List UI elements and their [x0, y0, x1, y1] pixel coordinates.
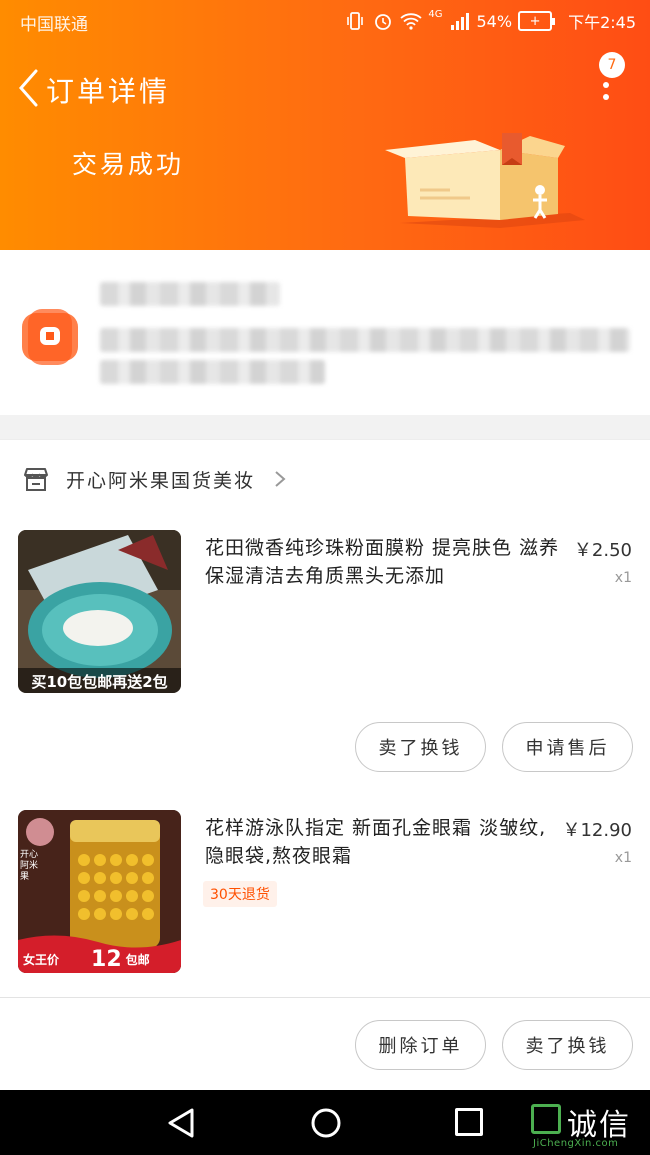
- return-policy-badge: 30天退货: [203, 881, 277, 907]
- store-icon: [24, 468, 48, 491]
- shop-row[interactable]: 开心阿米果国货美妆: [0, 456, 650, 502]
- thumbnail-caption-left: 女王价: [23, 952, 60, 967]
- order-item[interactable]: 开心阿米果 女王价 12 包邮 花样游泳队指定 新面孔金眼霜 淡皱纹,隐眼袋,熬…: [0, 810, 650, 980]
- product-title[interactable]: 花田微香纯珍珠粉面膜粉 提亮肤色 滋养保湿清洁去角质黑头无添加: [205, 534, 560, 590]
- signal-icon: [449, 10, 471, 32]
- nav-home-icon[interactable]: [310, 1107, 342, 1139]
- product-price: ￥2.50: [573, 540, 632, 561]
- order-card: 开心阿米果国货美妆 买10包包邮再送2包 花田微香纯珍珠粉面膜粉 提亮肤色 滋养…: [0, 440, 650, 1090]
- alarm-icon: [372, 10, 394, 32]
- network-type: 4G: [428, 9, 443, 20]
- watermark-icon: [531, 1104, 561, 1134]
- watermark-logo: 诚信 JiChengXin.com: [531, 1100, 646, 1150]
- thumbnail-promo-caption: 买10包包邮再送2包: [31, 673, 168, 691]
- clock: 下午2:45: [568, 13, 636, 32]
- nav-recent-apps-icon[interactable]: [455, 1108, 483, 1136]
- shop-name: 开心阿米果国货美妆: [66, 469, 256, 492]
- address-line1-blurred: [100, 328, 630, 352]
- back-button[interactable]: [8, 66, 48, 110]
- thumbnail-caption-price: 12: [91, 946, 122, 972]
- order-status-label: 交易成功: [72, 150, 185, 179]
- status-icons: 4G 54% + 下午2:45: [344, 9, 636, 33]
- status-bar: 中国联通 4G 54% + 下午2:45: [0, 0, 650, 44]
- product-quantity: x1: [614, 850, 632, 866]
- chevron-right-icon: [275, 471, 286, 487]
- sell-for-cash-button[interactable]: 卖了换钱: [502, 1020, 633, 1070]
- vibrate-icon: [344, 10, 366, 32]
- wifi-icon: [400, 10, 422, 32]
- nav-back-icon[interactable]: [166, 1107, 196, 1139]
- thumbnail-price-caption: 女王价 12 包邮: [18, 946, 181, 972]
- battery-icon: +: [518, 11, 556, 31]
- thumbnail-caption-right: 包邮: [125, 952, 150, 967]
- order-status-header: 中国联通 4G 54% + 下午2:45 订单详情 7 交易成功: [0, 0, 650, 250]
- address-bottom-strip: [0, 415, 650, 439]
- product-thumbnail[interactable]: 开心阿米果 女王价 12 包邮: [18, 810, 181, 973]
- shipping-address-card[interactable]: [0, 250, 650, 415]
- page-title: 订单详情: [46, 75, 171, 108]
- more-menu-button[interactable]: 7: [596, 52, 626, 108]
- sell-for-cash-button[interactable]: 卖了换钱: [355, 722, 486, 772]
- location-pin-icon: [22, 309, 78, 365]
- section-divider: [0, 997, 650, 998]
- chevron-left-icon: [18, 69, 38, 107]
- product-price: ￥12.90: [562, 820, 632, 841]
- delete-order-button[interactable]: 删除订单: [355, 1020, 486, 1070]
- product-quantity: x1: [614, 570, 632, 586]
- address-line2-blurred: [100, 360, 325, 384]
- product-title[interactable]: 花样游泳队指定 新面孔金眼霜 淡皱纹,隐眼袋,熬夜眼霜: [205, 814, 560, 870]
- product-thumbnail[interactable]: 买10包包邮再送2包: [18, 530, 181, 693]
- order-item[interactable]: 买10包包邮再送2包 花田微香纯珍珠粉面膜粉 提亮肤色 滋养保湿清洁去角质黑头无…: [0, 530, 650, 700]
- carrier-label: 中国联通: [20, 15, 88, 35]
- battery-percent: 54%: [476, 11, 513, 31]
- request-after-sales-button[interactable]: 申请售后: [502, 722, 633, 772]
- package-box-illustration: [385, 133, 585, 228]
- message-count-badge: 7: [599, 52, 625, 78]
- watermark-subtext: JiChengXin.com: [533, 1138, 619, 1149]
- more-dots-icon: [603, 82, 609, 106]
- recipient-name-blurred: [100, 282, 280, 306]
- thumbnail-brand: 开心阿米果: [20, 850, 39, 882]
- pearl-powder-image: [18, 530, 181, 693]
- system-navigation-bar: 诚信 JiChengXin.com: [0, 1090, 650, 1155]
